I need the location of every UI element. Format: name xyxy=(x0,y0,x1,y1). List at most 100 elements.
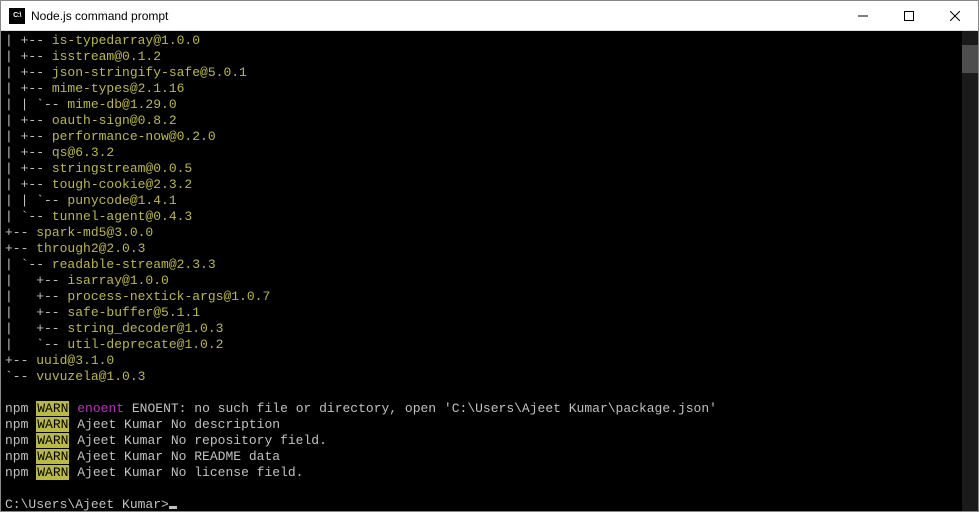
package-name: through2@2.0.3 xyxy=(36,241,145,256)
package-name: uuid@3.1.0 xyxy=(36,353,114,368)
tree-line: | +-- safe-buffer@5.1.1 xyxy=(5,305,974,321)
cmd-icon: C:\ xyxy=(9,8,25,24)
tree-prefix: | +-- xyxy=(5,273,67,288)
tree-prefix: | +-- xyxy=(5,321,67,336)
tree-prefix: `-- xyxy=(5,369,36,384)
tree-prefix: | +-- xyxy=(5,49,52,64)
blank-line xyxy=(5,385,974,401)
npm-warn-line: npm WARN Ajeet Kumar No license field. xyxy=(5,465,974,481)
tree-line: | `-- util-deprecate@1.0.2 xyxy=(5,337,974,353)
tree-line: `-- vuvuzela@1.0.3 xyxy=(5,369,974,385)
package-name: json-stringify-safe@5.0.1 xyxy=(52,65,247,80)
cursor xyxy=(169,506,177,509)
npm-warn-line: npm WARN Ajeet Kumar No README data xyxy=(5,449,974,465)
tree-prefix: +-- xyxy=(5,353,36,368)
package-name: vuvuzela@1.0.3 xyxy=(36,369,145,384)
package-name: tunnel-agent@0.4.3 xyxy=(52,209,192,224)
npm-label: npm xyxy=(5,433,28,448)
package-name: readable-stream@2.3.3 xyxy=(52,257,216,272)
package-name: mime-db@1.29.0 xyxy=(67,97,176,112)
package-name: process-nextick-args@1.0.7 xyxy=(67,289,270,304)
warn-message: ENOENT: no such file or directory, open … xyxy=(124,401,717,416)
tree-line: | +-- performance-now@0.2.0 xyxy=(5,129,974,145)
package-name: string_decoder@1.0.3 xyxy=(67,321,223,336)
package-name: oauth-sign@0.8.2 xyxy=(52,113,177,128)
package-name: isarray@1.0.0 xyxy=(67,273,168,288)
tree-prefix: | +-- xyxy=(5,305,67,320)
npm-warn-line: npm WARN Ajeet Kumar No repository field… xyxy=(5,433,974,449)
tree-line: | +-- stringstream@0.0.5 xyxy=(5,161,974,177)
package-name: is-typedarray@1.0.0 xyxy=(52,33,200,48)
warn-message: Ajeet Kumar No description xyxy=(69,417,280,432)
tree-line: | +-- is-typedarray@1.0.0 xyxy=(5,33,974,49)
warn-message: Ajeet Kumar No license field. xyxy=(69,465,303,480)
warn-badge: WARN xyxy=(36,449,69,464)
tree-prefix: | `-- xyxy=(5,257,52,272)
scrollbar-thumb[interactable] xyxy=(962,45,978,73)
tree-prefix: | +-- xyxy=(5,33,52,48)
tree-prefix: | +-- xyxy=(5,289,67,304)
tree-line: | +-- isarray@1.0.0 xyxy=(5,273,974,289)
tree-prefix: | `-- xyxy=(5,337,67,352)
tree-prefix: | +-- xyxy=(5,161,52,176)
warn-badge: WARN xyxy=(36,433,69,448)
tree-prefix: | +-- xyxy=(5,177,52,192)
tree-prefix: | +-- xyxy=(5,129,52,144)
tree-prefix: +-- xyxy=(5,241,36,256)
package-name: tough-cookie@2.3.2 xyxy=(52,177,192,192)
blank-line xyxy=(5,481,974,497)
npm-warn-line: npm WARN enoent ENOENT: no such file or … xyxy=(5,401,974,417)
npm-warn-line: npm WARN Ajeet Kumar No description xyxy=(5,417,974,433)
tree-line: +-- spark-md5@3.0.0 xyxy=(5,225,974,241)
maximize-button[interactable] xyxy=(886,1,932,30)
window-titlebar: C:\ Node.js command prompt xyxy=(1,1,978,31)
tree-line: | +-- isstream@0.1.2 xyxy=(5,49,974,65)
package-name: stringstream@0.0.5 xyxy=(52,161,192,176)
tree-prefix: | +-- xyxy=(5,113,52,128)
prompt-line[interactable]: C:\Users\Ajeet Kumar> xyxy=(5,497,974,511)
warn-badge: WARN xyxy=(36,401,69,416)
window-title: Node.js command prompt xyxy=(31,9,840,23)
tree-line: +-- uuid@3.1.0 xyxy=(5,353,974,369)
tree-line: | +-- process-nextick-args@1.0.7 xyxy=(5,289,974,305)
prompt-text: C:\Users\Ajeet Kumar> xyxy=(5,497,169,511)
package-name: util-deprecate@1.0.2 xyxy=(67,337,223,352)
npm-label: npm xyxy=(5,449,28,464)
tree-line: | `-- tunnel-agent@0.4.3 xyxy=(5,209,974,225)
close-button[interactable] xyxy=(932,1,978,30)
tree-line: | +-- qs@6.3.2 xyxy=(5,145,974,161)
warn-badge: WARN xyxy=(36,465,69,480)
tree-prefix: | | `-- xyxy=(5,193,67,208)
package-name: isstream@0.1.2 xyxy=(52,49,161,64)
terminal-output[interactable]: | +-- is-typedarray@1.0.0| +-- isstream@… xyxy=(1,31,978,511)
tree-prefix: | +-- xyxy=(5,81,52,96)
npm-label: npm xyxy=(5,465,28,480)
package-name: qs@6.3.2 xyxy=(52,145,114,160)
error-code: enoent xyxy=(77,401,124,416)
package-name: safe-buffer@5.1.1 xyxy=(67,305,200,320)
warn-badge: WARN xyxy=(36,417,69,432)
terminal-container: | +-- is-typedarray@1.0.0| +-- isstream@… xyxy=(1,31,978,511)
tree-prefix: | | `-- xyxy=(5,97,67,112)
package-name: punycode@1.4.1 xyxy=(67,193,176,208)
package-name: spark-md5@3.0.0 xyxy=(36,225,153,240)
tree-prefix: | +-- xyxy=(5,65,52,80)
tree-line: | `-- readable-stream@2.3.3 xyxy=(5,257,974,273)
tree-line: | | `-- punycode@1.4.1 xyxy=(5,193,974,209)
tree-line: | +-- tough-cookie@2.3.2 xyxy=(5,177,974,193)
package-name: performance-now@0.2.0 xyxy=(52,129,216,144)
window-controls xyxy=(840,1,978,30)
tree-line: | | `-- mime-db@1.29.0 xyxy=(5,97,974,113)
scrollbar-track[interactable] xyxy=(962,31,978,511)
tree-prefix: | +-- xyxy=(5,145,52,160)
warn-message: Ajeet Kumar No repository field. xyxy=(69,433,326,448)
npm-label: npm xyxy=(5,401,28,416)
tree-line: | +-- json-stringify-safe@5.0.1 xyxy=(5,65,974,81)
minimize-button[interactable] xyxy=(840,1,886,30)
tree-line: | +-- string_decoder@1.0.3 xyxy=(5,321,974,337)
package-name: mime-types@2.1.16 xyxy=(52,81,185,96)
warn-message: Ajeet Kumar No README data xyxy=(69,449,280,464)
tree-line: | +-- oauth-sign@0.8.2 xyxy=(5,113,974,129)
npm-label: npm xyxy=(5,417,28,432)
tree-prefix: | `-- xyxy=(5,209,52,224)
